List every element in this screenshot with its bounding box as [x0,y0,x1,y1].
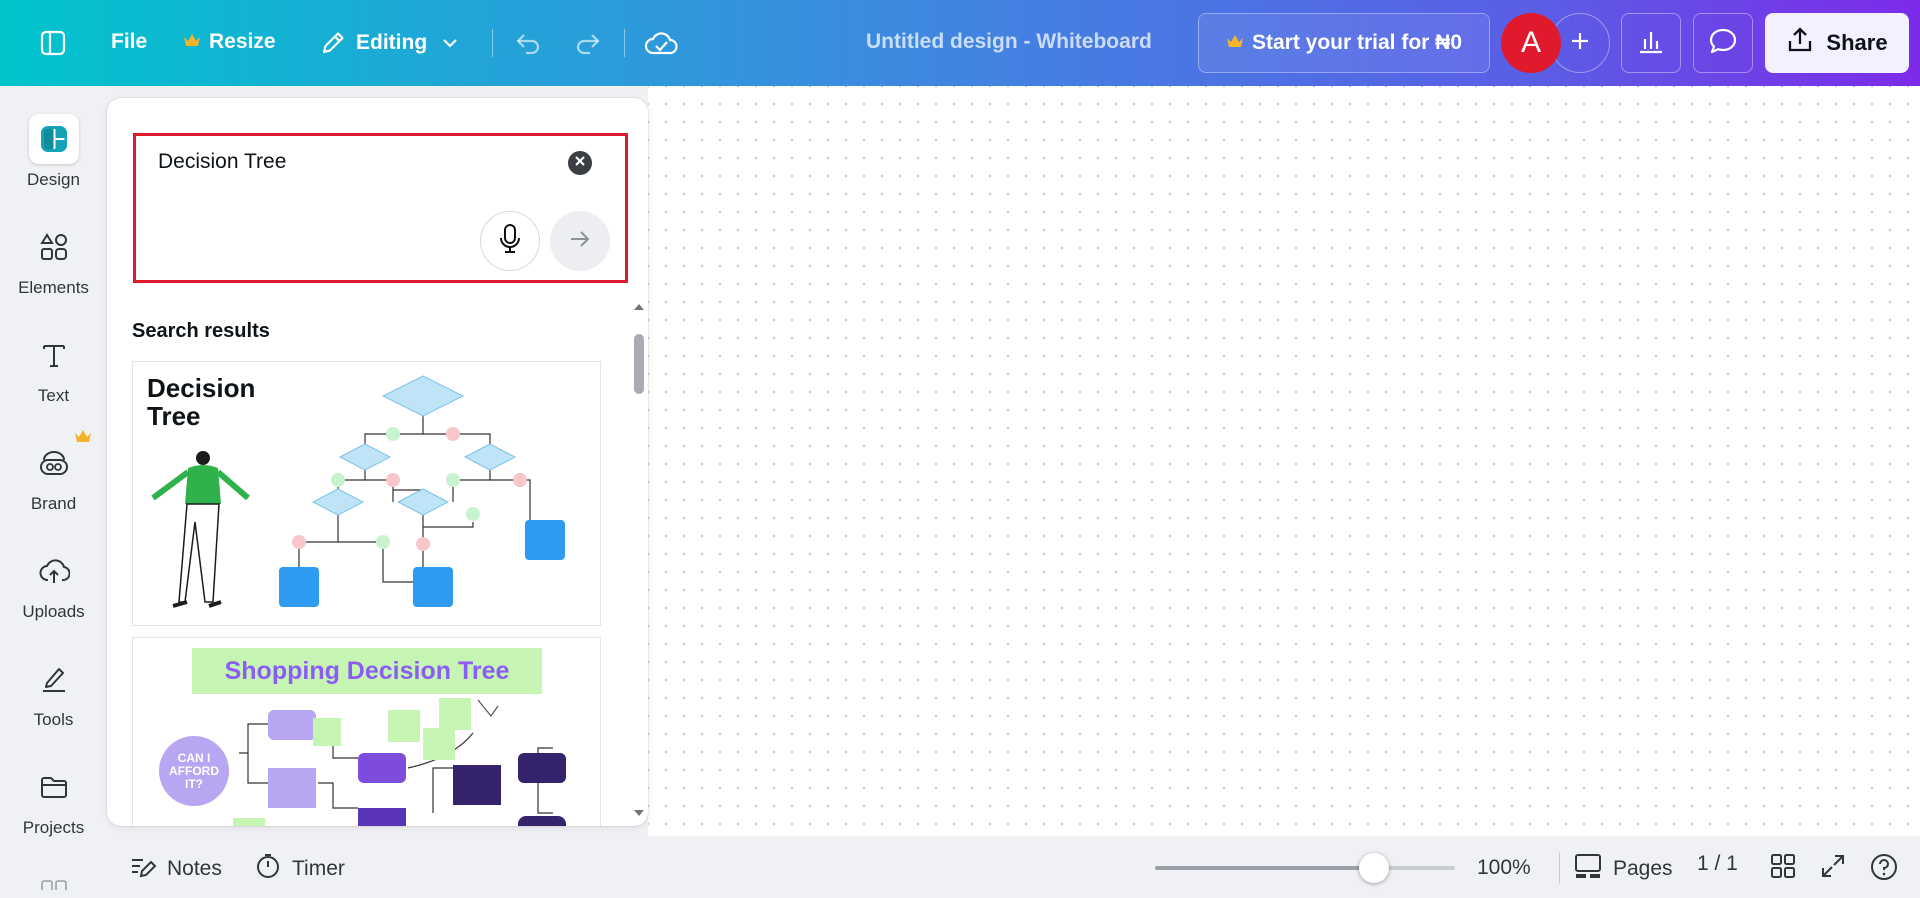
redo-icon[interactable] [573,28,603,58]
search-results-heading: Search results [132,320,270,342]
timer-icon [254,852,282,886]
search-box[interactable]: Decision Tree [133,133,628,283]
crown-icon [74,428,92,449]
document-title[interactable]: Untitled design - Whiteboard [866,30,1152,54]
panel-scrollbar[interactable] [628,298,646,818]
search-input[interactable]: Decision Tree [158,150,286,174]
start-trial-label: Start your trial for ₦0 [1251,31,1463,54]
crown-icon [1226,31,1244,55]
toolbar-divider [624,29,625,57]
sidebar-item-label: Elements [18,278,89,297]
close-icon [574,154,586,172]
design-icon [28,114,79,164]
projects-icon [29,762,79,812]
file-menu-button[interactable]: File [111,30,147,54]
footer-divider [1559,852,1560,884]
page-count: 1 / 1 [1697,852,1738,875]
elements-icon [29,222,79,272]
resize-button[interactable]: Resize [183,30,276,54]
sidebar-item-uploads[interactable]: Uploads [0,546,107,622]
voice-search-button[interactable] [480,211,540,271]
arrow-right-icon [568,227,592,256]
scroll-up-icon[interactable] [632,298,646,316]
sidebar-item-brand[interactable]: Brand [0,430,107,514]
scrollbar-thumb[interactable] [634,334,644,394]
sidebar-item-label: Brand [30,494,77,513]
template-card-decision-tree[interactable]: Decision Tree [132,361,601,626]
top-toolbar: File Resize Editing Untitled design - Wh… [0,0,1920,86]
brand-icon [29,438,79,488]
toolbar-divider [492,29,493,57]
sidebar-item-projects[interactable]: Projects [0,762,107,838]
sidebar-item-text[interactable]: Text [0,330,107,406]
undo-icon[interactable] [513,28,543,58]
crown-icon [183,30,201,54]
zoom-slider-handle[interactable] [1359,853,1389,883]
notes-label: Notes [167,857,222,880]
share-label: Share [1826,30,1888,55]
notes-icon [129,852,157,886]
share-button[interactable]: Share [1765,13,1909,73]
template-card-shopping-decision-tree[interactable]: Shopping Decision Tree CAN I AFFORD IT? [132,637,601,826]
pencil-icon [318,28,348,58]
sidebar-item-label: Text [37,386,70,405]
pages-icon [1573,852,1603,886]
pages-label: Pages [1613,857,1673,880]
clear-search-button[interactable] [568,151,592,175]
sidebar-toggle-icon[interactable] [38,28,68,58]
bar-chart-icon [1637,27,1665,60]
avatar[interactable]: A [1501,13,1561,73]
bottom-bar: Notes Timer 100% Pages 1 / 1 [107,836,1920,898]
file-menu-label: File [111,30,148,53]
expand-icon [1819,852,1847,886]
microphone-icon [497,223,523,260]
insights-button[interactable] [1621,13,1681,73]
zoom-slider-fill [1155,866,1374,870]
page-counter: 1 / 1 [1697,852,1738,876]
decision-circle: CAN I AFFORD IT? [159,736,229,806]
editing-label: Editing [356,31,428,54]
grid-icon [1769,852,1797,886]
sidebar-item-tools[interactable]: Tools [0,654,107,730]
start-trial-button[interactable]: Start your trial for ₦0 [1198,13,1490,73]
design-panel: Decision Tree Search results Decision Tr… [107,98,648,826]
submit-search-button[interactable] [550,211,610,271]
timer-label: Timer [292,857,345,880]
avatar-initial: A [1520,26,1541,59]
zoom-level[interactable]: 100% [1477,856,1531,880]
pages-button[interactable]: Pages [1573,852,1673,886]
fullscreen-button[interactable] [1819,852,1847,886]
grid-view-button[interactable] [1769,852,1797,886]
resize-label: Resize [209,30,276,53]
comment-icon [1708,26,1738,61]
comments-button[interactable] [1693,13,1753,73]
chevron-down-icon [435,28,465,58]
whiteboard-canvas[interactable] [648,86,1920,836]
sidebar-item-label: Tools [33,710,74,729]
uploads-icon [29,546,79,596]
help-button[interactable] [1869,852,1899,888]
tools-icon [29,654,79,704]
text-icon [29,330,79,380]
notes-button[interactable]: Notes [129,852,222,886]
cloud-saved-icon[interactable] [643,26,679,62]
timer-button[interactable]: Timer [254,852,345,886]
left-sidebar: Design Elements Text Brand Uploads Tools [0,86,107,898]
help-icon [1869,852,1899,888]
sidebar-item-label: Projects [22,818,85,837]
sidebar-item-elements[interactable]: Elements [0,222,107,298]
plus-icon [1569,30,1591,57]
editing-mode-button[interactable]: Editing [318,28,465,58]
sidebar-item-label: Design [27,170,80,189]
sidebar-item-design[interactable]: Design [0,114,107,190]
sidebar-item-label: Uploads [22,602,85,621]
decision-tree-illustration [151,375,565,608]
scroll-down-icon[interactable] [632,806,646,824]
more-apps-icon[interactable] [41,880,67,890]
share-upload-icon [1786,26,1814,60]
zoom-slider[interactable] [1155,853,1455,883]
